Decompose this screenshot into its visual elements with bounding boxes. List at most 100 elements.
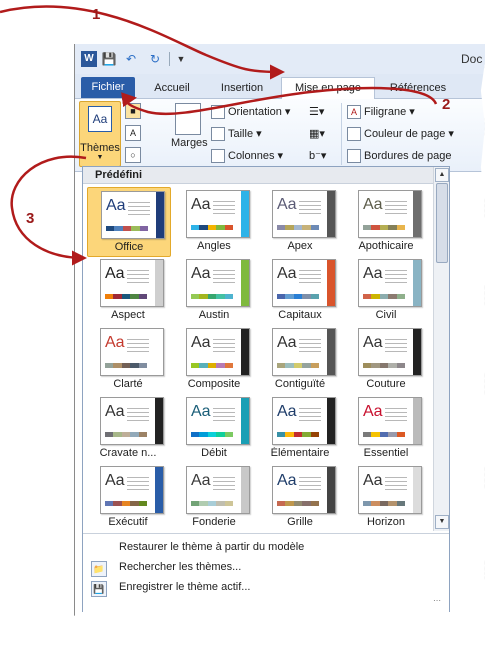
resize-grip-icon[interactable]: ⋯ (433, 596, 441, 605)
color-swatch (310, 432, 320, 437)
theme-font-sample: Aa (106, 197, 126, 214)
save-theme-icon: 💾 (91, 581, 107, 597)
theme-item[interactable]: Aa Élémentaire (259, 394, 341, 462)
theme-text-lines (213, 408, 235, 424)
theme-item[interactable]: Aa Aspect (87, 256, 169, 324)
tab-mise-en-page[interactable]: Mise en page (281, 77, 375, 99)
hyphenation-icon[interactable]: b⁻▾ (309, 149, 326, 162)
theme-effects-icon[interactable]: ○ (125, 147, 141, 163)
line-numbers-icon[interactable]: ▦▾ (309, 127, 325, 140)
color-swatch (216, 432, 225, 437)
theme-thumbnail: Aa (272, 259, 336, 307)
theme-accent-bar (241, 398, 249, 444)
theme-color-swatches (191, 501, 234, 506)
theme-accent-bar (155, 398, 163, 444)
theme-item[interactable]: Aa Horizon (345, 463, 427, 531)
window-title: Doc (461, 52, 483, 66)
color-swatch (199, 225, 208, 230)
section-title: Prédéfini (95, 169, 143, 181)
color-swatch (191, 294, 200, 299)
page-borders-button[interactable]: Bordures de page (347, 149, 451, 163)
theme-item[interactable]: Aa Contiguïté (259, 325, 341, 393)
watermark-button[interactable]: A Filigrane ▾ (347, 105, 415, 120)
color-swatch (138, 294, 148, 299)
page-color-button[interactable]: Couleur de page ▾ (347, 127, 454, 142)
tab-insertion[interactable]: Insertion (213, 78, 271, 98)
theme-accent-bar (155, 467, 163, 513)
theme-item[interactable]: Aa Apex (259, 187, 341, 255)
customize-quick-access-icon[interactable]: ▼ (173, 51, 189, 67)
theme-text-lines (299, 477, 321, 493)
color-swatch (130, 363, 139, 368)
theme-text-lines (213, 477, 235, 493)
paint-bucket-icon (347, 127, 361, 142)
scroll-up-icon[interactable]: ▲ (435, 168, 449, 182)
theme-accent-bar (413, 191, 421, 237)
theme-label: Contiguïté (274, 378, 326, 390)
theme-thumbnail: Aa (186, 466, 250, 514)
theme-item[interactable]: Aa Couture (345, 325, 427, 393)
theme-item[interactable]: Aa Cravate n... (87, 394, 169, 462)
theme-item[interactable]: Aa Capitaux (259, 256, 341, 324)
color-swatch (199, 294, 208, 299)
theme-label: Fonderie (192, 516, 236, 528)
theme-item[interactable]: Aa Angles (173, 187, 255, 255)
themes-gallery: Prédéfini Aa Office Aa Angles Aa Apex Aa Apothi… (82, 166, 450, 612)
orientation-button[interactable]: Orientation ▾ (211, 105, 290, 120)
themes-button[interactable]: Aa Thèmes ▼ (79, 101, 121, 167)
themes-icon: Aa (88, 106, 112, 132)
color-swatch (207, 225, 217, 230)
theme-item[interactable]: Aa Civil (345, 256, 427, 324)
color-swatch (388, 363, 397, 368)
scroll-down-icon[interactable]: ▼ (435, 515, 449, 529)
breaks-icon[interactable]: ☰▾ (309, 105, 324, 118)
theme-item[interactable]: Aa Exécutif (87, 463, 169, 531)
color-swatch (285, 294, 294, 299)
size-button[interactable]: Taille ▾ (211, 127, 262, 142)
color-swatch (106, 226, 115, 231)
undo-icon[interactable]: ↶ (123, 51, 139, 67)
menu-label: Restaurer le thème à partir du modèle (119, 541, 305, 553)
theme-thumbnail: Aa (186, 397, 250, 445)
theme-color-swatches (105, 294, 148, 299)
theme-item[interactable]: Aa Austin (173, 256, 255, 324)
theme-label: Exécutif (108, 516, 148, 528)
tab-accueil[interactable]: Accueil (147, 78, 197, 98)
theme-fonts-icon[interactable]: A (125, 125, 141, 141)
theme-item[interactable]: Aa Fonderie (173, 463, 255, 531)
color-swatch (191, 501, 200, 506)
word-app-icon[interactable]: W (81, 51, 97, 67)
tab-references[interactable]: Références (381, 78, 455, 98)
theme-colors-icon[interactable]: ■ (125, 103, 141, 119)
annotation-step-1: 1 (92, 6, 101, 23)
redo-icon[interactable]: ↻ (147, 51, 163, 67)
gallery-scrollbar[interactable]: ▲ ▼ (433, 167, 449, 531)
color-swatch (224, 225, 234, 230)
theme-color-swatches (191, 363, 234, 368)
scroll-thumb[interactable] (436, 183, 448, 263)
color-swatch (138, 501, 148, 506)
theme-text-lines (299, 201, 321, 217)
restore-theme-menu-item[interactable]: Restaurer le thème à partir du modèle (83, 538, 449, 558)
margins-icon[interactable] (175, 103, 201, 135)
save-theme-menu-item[interactable]: 💾 Enregistrer le thème actif... (83, 578, 449, 598)
browse-themes-menu-item[interactable]: 📁 Rechercher les thèmes... (83, 558, 449, 578)
theme-item[interactable]: Aa Clarté (87, 325, 169, 393)
color-swatch (293, 294, 303, 299)
theme-font-sample: Aa (277, 334, 297, 351)
theme-item[interactable]: Aa Débit (173, 394, 255, 462)
theme-item[interactable]: Aa Office (87, 187, 171, 257)
theme-item[interactable]: Aa Apothicaire (345, 187, 427, 255)
theme-font-sample: Aa (277, 196, 297, 213)
theme-item[interactable]: Aa Composite (173, 325, 255, 393)
columns-button[interactable]: Colonnes ▾ (211, 149, 283, 164)
color-swatch (293, 225, 303, 230)
theme-item[interactable]: Aa Grille (259, 463, 341, 531)
theme-item[interactable]: Aa Essentiel (345, 394, 427, 462)
theme-color-swatches (277, 432, 320, 437)
margins-button-label[interactable]: Marges (171, 137, 208, 149)
save-icon[interactable]: 💾 (101, 51, 117, 67)
gallery-section-header: Prédéfini (83, 167, 433, 184)
theme-font-sample: Aa (363, 334, 383, 351)
tab-fichier[interactable]: Fichier (81, 77, 135, 98)
